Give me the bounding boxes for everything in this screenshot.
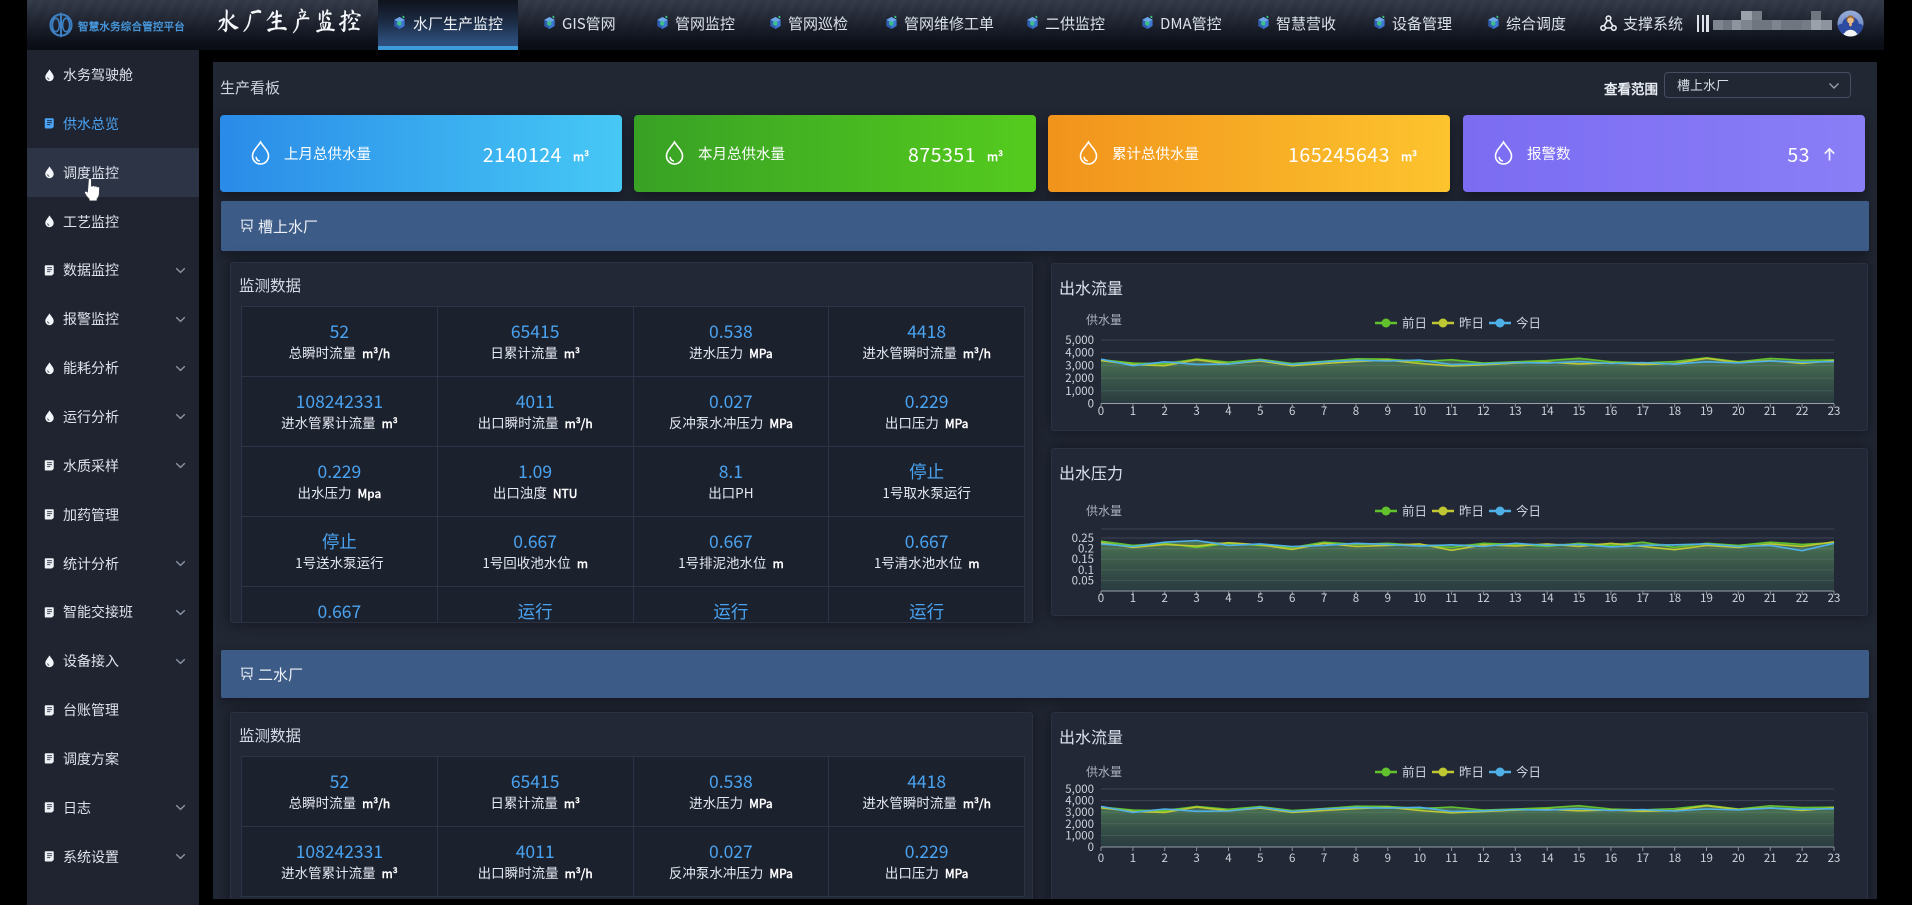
svg-text:0: 0 [1088,396,1094,412]
svg-text:4: 4 [1225,403,1232,419]
svg-text:13: 13 [1509,590,1522,606]
svg-text:2: 2 [1162,590,1168,606]
svg-text:17: 17 [1636,403,1649,419]
svg-text:10: 10 [1413,590,1426,606]
svg-text:0.05: 0.05 [1072,572,1094,588]
svg-text:9: 9 [1385,590,1391,606]
svg-text:7: 7 [1321,403,1327,419]
svg-text:12: 12 [1477,850,1490,866]
svg-text:20: 20 [1732,850,1745,866]
svg-text:16: 16 [1605,590,1618,606]
svg-text:19: 19 [1700,403,1713,419]
svg-text:19: 19 [1700,590,1713,606]
svg-text:1: 1 [1130,850,1136,866]
svg-text:前日: 前日 [1402,501,1427,520]
svg-text:今日: 今日 [1516,313,1541,332]
svg-text:8: 8 [1353,590,1359,606]
svg-text:5: 5 [1257,850,1263,866]
svg-text:23: 23 [1828,403,1841,419]
svg-text:8: 8 [1353,403,1359,419]
svg-text:10: 10 [1413,403,1426,419]
svg-text:15: 15 [1573,590,1586,606]
svg-text:0: 0 [1088,839,1094,855]
svg-text:昨日: 昨日 [1459,501,1484,520]
svg-text:2: 2 [1162,403,1168,419]
svg-text:0: 0 [1098,590,1104,606]
svg-text:10: 10 [1413,850,1426,866]
svg-text:21: 21 [1764,850,1777,866]
svg-text:3: 3 [1193,850,1199,866]
svg-text:5: 5 [1257,403,1263,419]
svg-text:17: 17 [1636,850,1649,866]
svg-text:3: 3 [1193,403,1199,419]
svg-text:9: 9 [1385,850,1391,866]
svg-text:19: 19 [1700,850,1713,866]
svg-text:今日: 今日 [1516,501,1541,520]
svg-text:5: 5 [1257,590,1263,606]
svg-text:1: 1 [1130,403,1136,419]
svg-text:14: 14 [1541,590,1554,606]
svg-text:16: 16 [1605,403,1618,419]
svg-text:7: 7 [1321,590,1327,606]
svg-text:供水量: 供水量 [1086,502,1122,519]
svg-text:昨日: 昨日 [1459,762,1484,781]
svg-text:今日: 今日 [1516,762,1541,781]
svg-text:12: 12 [1477,403,1490,419]
svg-text:4: 4 [1225,850,1232,866]
svg-text:1: 1 [1130,590,1136,606]
svg-text:22: 22 [1796,850,1809,866]
svg-text:13: 13 [1509,850,1522,866]
svg-text:14: 14 [1541,850,1554,866]
svg-text:11: 11 [1445,590,1458,606]
svg-text:6: 6 [1289,403,1295,419]
svg-text:前日: 前日 [1402,313,1427,332]
svg-text:供水量: 供水量 [1086,763,1122,780]
svg-text:7: 7 [1321,850,1327,866]
svg-text:前日: 前日 [1402,762,1427,781]
svg-text:23: 23 [1828,850,1841,866]
svg-text:15: 15 [1573,403,1586,419]
svg-text:20: 20 [1732,403,1745,419]
svg-text:21: 21 [1764,403,1777,419]
svg-text:6: 6 [1289,850,1295,866]
svg-text:0: 0 [1098,403,1104,419]
svg-text:供水量: 供水量 [1086,311,1122,328]
svg-text:11: 11 [1445,850,1458,866]
svg-text:6: 6 [1289,590,1295,606]
svg-text:17: 17 [1636,590,1649,606]
svg-text:0: 0 [1098,850,1104,866]
svg-text:4: 4 [1225,590,1232,606]
svg-text:20: 20 [1732,590,1745,606]
svg-text:9: 9 [1385,403,1391,419]
svg-text:18: 18 [1668,850,1681,866]
svg-text:23: 23 [1828,590,1841,606]
svg-text:21: 21 [1764,590,1777,606]
svg-text:12: 12 [1477,590,1490,606]
svg-text:昨日: 昨日 [1459,313,1484,332]
svg-text:16: 16 [1605,850,1618,866]
svg-text:18: 18 [1668,590,1681,606]
svg-text:15: 15 [1573,850,1586,866]
svg-text:14: 14 [1541,403,1554,419]
svg-text:8: 8 [1353,850,1359,866]
svg-text:18: 18 [1668,403,1681,419]
svg-text:11: 11 [1445,403,1458,419]
svg-text:2: 2 [1162,850,1168,866]
svg-text:22: 22 [1796,590,1809,606]
svg-text:13: 13 [1509,403,1522,419]
svg-text:3: 3 [1193,590,1199,606]
svg-text:22: 22 [1796,403,1809,419]
